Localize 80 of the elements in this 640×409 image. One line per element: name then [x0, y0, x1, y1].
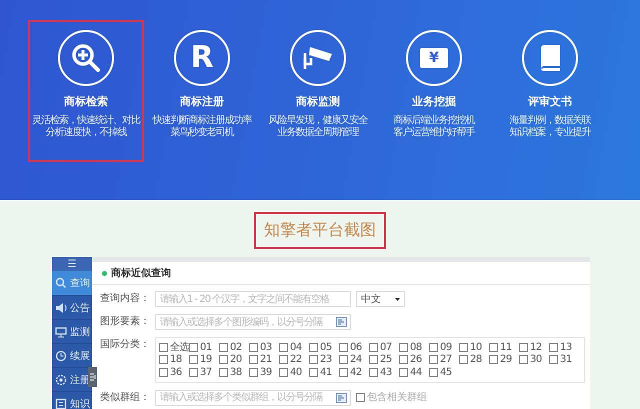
- class-checkbox[interactable]: 01: [189, 341, 219, 354]
- menu-button[interactable]: ☰: [52, 257, 92, 271]
- input-field[interactable]: 请输入或选择多个类似群组，以分号分隔: [155, 390, 351, 406]
- class-checkbox[interactable]: 36: [159, 366, 189, 378]
- panel-title: 商标近似查询: [111, 266, 171, 280]
- class-checkbox[interactable]: 26: [399, 354, 429, 366]
- class-checkbox[interactable]: 31: [549, 354, 579, 366]
- class-checkbox[interactable]: 03: [249, 341, 279, 354]
- feature-description: 风险早发现，健康又安全 业务数据全周期管理: [268, 115, 368, 139]
- class-checkbox[interactable]: 37: [189, 366, 219, 378]
- class-checkbox[interactable]: 24: [339, 354, 369, 366]
- feature-title: 评审文书: [528, 94, 572, 109]
- class-checkbox[interactable]: 23: [309, 354, 339, 366]
- feature-description: 灵活检索，快速统计、对比 分析速度快，不掉线: [32, 115, 140, 139]
- class-checkbox[interactable]: 38: [219, 366, 249, 378]
- sidebar-item[interactable]: 知识: [52, 391, 92, 409]
- feature-icon-circle[interactable]: [522, 30, 578, 86]
- field-label: 图形要素：: [99, 314, 150, 329]
- class-checkbox[interactable]: 28: [459, 354, 489, 366]
- field-label: 查询内容：: [99, 292, 150, 306]
- feature-icon-circle[interactable]: R: [174, 30, 230, 86]
- feature-title: 业务挖掘: [412, 94, 456, 109]
- feature-description: 商标后端业务挖挖机 客户运营维护好帮手: [394, 115, 474, 139]
- class-checkbox[interactable]: 全选: [159, 341, 189, 354]
- caret-icon: [395, 298, 400, 300]
- class-checkbox[interactable]: 11: [489, 341, 519, 354]
- magnifier-plus-icon: [71, 43, 101, 73]
- language-select[interactable]: 中文: [356, 291, 405, 307]
- ticket-icon: ¥: [420, 48, 448, 68]
- class-checkbox[interactable]: 25: [369, 354, 399, 366]
- class-checkbox[interactable]: 45: [429, 366, 459, 378]
- camera-icon: [302, 45, 334, 71]
- feature-description: 海量判例，数据关联 知识档案，专业提升: [510, 115, 590, 139]
- field-label: 国际分类：: [99, 338, 150, 352]
- class-checkbox[interactable]: 02: [219, 341, 249, 354]
- letter-r-icon: R: [190, 43, 214, 73]
- class-checkbox[interactable]: 41: [309, 366, 339, 378]
- class-checkbox[interactable]: 30: [519, 354, 549, 366]
- class-checkbox[interactable]: 20: [219, 354, 249, 366]
- grid-picker-icon: [336, 317, 347, 327]
- class-checkbox[interactable]: 29: [489, 354, 519, 366]
- class-checkbox[interactable]: 10: [459, 341, 489, 354]
- feature-icon-circle[interactable]: [58, 30, 114, 86]
- class-checkbox[interactable]: 39: [249, 366, 279, 378]
- caption-title: 知擎者平台截图: [254, 212, 386, 249]
- class-checkbox[interactable]: 44: [399, 366, 429, 378]
- search-icon: [55, 277, 67, 289]
- monitor-icon: [55, 326, 67, 338]
- class-checkbox[interactable]: 04: [279, 341, 309, 354]
- class-checkbox[interactable]: 12: [519, 341, 549, 354]
- feature-icon-circle[interactable]: [290, 30, 346, 86]
- class-checkbox[interactable]: 21: [249, 354, 279, 366]
- status-dot-icon: [102, 270, 107, 276]
- class-checkbox[interactable]: 43: [369, 366, 399, 378]
- class-checkbox[interactable]: 40: [279, 366, 309, 378]
- class-checkbox[interactable]: 08: [399, 341, 429, 354]
- grid-picker-icon: [336, 392, 347, 402]
- feature-description: 快速判断商标注册成功率 菜鸟秒变老司机: [152, 115, 252, 139]
- gear-icon: [55, 374, 67, 386]
- class-checkbox[interactable]: 09: [429, 341, 459, 354]
- class-checkbox[interactable]: 19: [189, 354, 219, 366]
- field-label: 类似群组：: [99, 390, 150, 404]
- book-icon: [538, 44, 562, 72]
- feature-icon-circle[interactable]: ¥: [406, 30, 462, 86]
- class-checkbox[interactable]: 06: [339, 341, 369, 354]
- class-checkbox[interactable]: 22: [279, 354, 309, 366]
- class-checkbox[interactable]: 13: [549, 341, 579, 354]
- class-checkbox[interactable]: 42: [339, 366, 369, 378]
- collapse-handle[interactable]: [88, 367, 97, 387]
- class-checkbox[interactable]: 27: [429, 354, 459, 366]
- feature-title: 商标注册: [180, 94, 224, 109]
- document-icon: [55, 398, 67, 409]
- speaker-icon: [55, 302, 67, 314]
- class-checkbox[interactable]: 18: [159, 354, 189, 366]
- feature-title: 商标检索: [64, 94, 108, 109]
- input-field[interactable]: 请输入或选择多个图形编码，以分号分隔: [155, 314, 351, 330]
- feature-title: 商标监测: [296, 94, 340, 109]
- class-checkbox[interactable]: 05: [309, 341, 339, 354]
- clock-icon: [55, 350, 67, 362]
- class-checkbox[interactable]: 07: [369, 341, 399, 354]
